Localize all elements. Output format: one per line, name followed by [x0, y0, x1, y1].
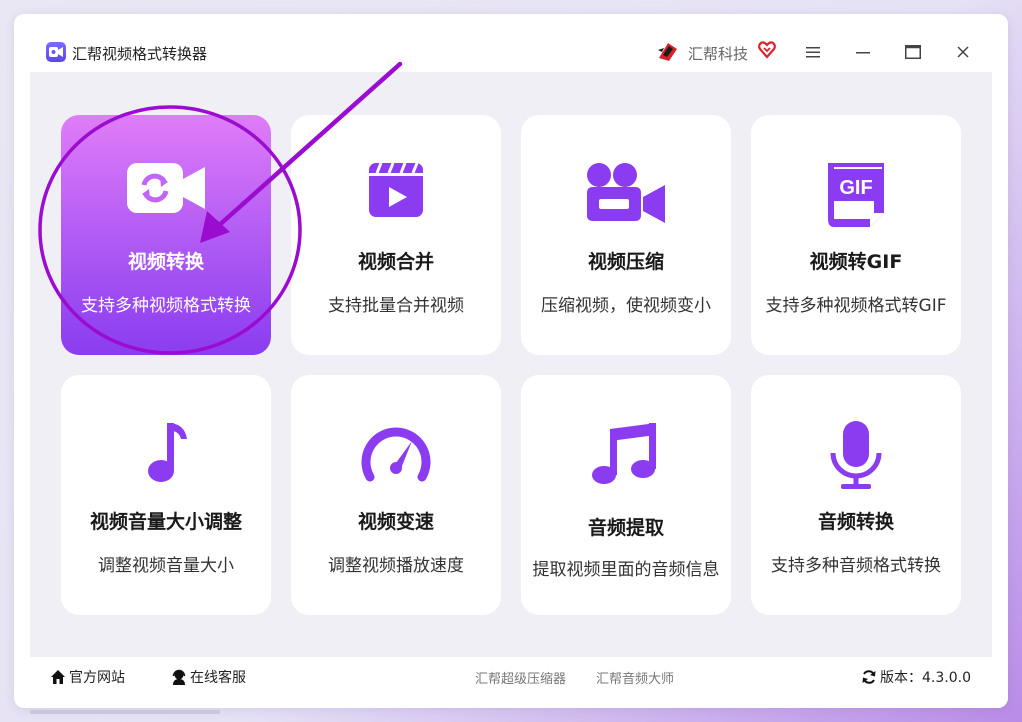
card-title: 视频转GIF [809, 251, 903, 273]
clapper-play-icon [369, 162, 423, 217]
card-audio-extract[interactable]: 音频提取 提取视频里面的音频信息 [521, 375, 731, 615]
close-icon [957, 46, 969, 58]
online-support-link[interactable]: 在线客服 [171, 667, 246, 687]
customer-service-icon [172, 669, 186, 685]
card-title: 视频音量大小调整 [89, 511, 242, 533]
horizontal-scrollbar[interactable] [30, 710, 220, 714]
card-desc: 支持批量合并视频 [328, 296, 464, 316]
card-title: 音频转换 [817, 511, 894, 533]
card-volume-adjust[interactable]: 视频音量大小调整 调整视频音量大小 [61, 375, 271, 615]
version-label: 版本：4.3.0.0 [880, 670, 971, 686]
card-video-convert[interactable]: 视频转换 支持多种视频格式转换 [61, 115, 271, 355]
video-camera-icon [587, 163, 665, 223]
card-desc: 支持多种视频格式转换 [81, 296, 251, 316]
card-title: 视频变速 [357, 511, 434, 533]
card-video-merge[interactable]: 视频合并 支持批量合并视频 [291, 115, 501, 355]
music-notes-icon [592, 423, 656, 484]
card-video-speed[interactable]: 视频变速 调整视频播放速度 [291, 375, 501, 615]
menu-icon [806, 47, 820, 58]
card-desc: 提取视频里面的音频信息 [532, 560, 720, 580]
feature-grid: 视频转换 支持多种视频格式转换 视频合并 支持批量合并视频 视频压缩 压缩视频，… [30, 72, 992, 657]
menu-button[interactable] [800, 40, 826, 64]
minimize-button[interactable] [850, 40, 876, 64]
app-title: 汇帮视频格式转换器 [72, 45, 208, 63]
app-logo-icon [46, 42, 66, 62]
card-audio-convert[interactable]: 音频转换 支持多种音频格式转换 [751, 375, 961, 615]
brand-logo-icon [658, 43, 677, 61]
microphone-icon [830, 421, 882, 489]
card-desc: 调整视频播放速度 [328, 556, 464, 576]
minimize-icon [856, 52, 870, 54]
official-website-label: 官方网站 [69, 670, 125, 686]
maximize-icon [905, 45, 921, 59]
app-window: 汇帮视频格式转换器 汇帮科技 视频转换 支持多种视频格式转换 视频合并 支持批量… [14, 14, 1008, 708]
home-icon [51, 670, 65, 684]
card-title: 音频提取 [587, 517, 664, 539]
audio-master-link[interactable]: 汇帮音频大师 [596, 668, 674, 687]
card-video-gif[interactable]: GIF 视频转GIF 支持多种视频格式转GIF [751, 115, 961, 355]
video-convert-icon [127, 163, 205, 213]
card-video-compress[interactable]: 视频压缩 压缩视频，使视频变小 [521, 115, 731, 355]
card-title: 视频转换 [127, 251, 204, 273]
card-desc: 支持多种视频格式转GIF [765, 296, 947, 316]
card-desc: 支持多种音频格式转换 [771, 556, 941, 576]
gif-file-icon: GIF [828, 163, 884, 227]
vip-heart-icon[interactable] [758, 41, 776, 59]
version-info[interactable]: 版本：4.3.0.0 [861, 667, 971, 687]
card-desc: 调整视频音量大小 [98, 556, 234, 576]
maximize-button[interactable] [900, 40, 926, 64]
card-title: 视频压缩 [587, 251, 664, 273]
card-desc: 压缩视频，使视频变小 [541, 296, 711, 316]
online-support-label: 在线客服 [190, 670, 246, 686]
svg-text:GIF: GIF [839, 177, 872, 199]
brand-name: 汇帮科技 [688, 45, 749, 63]
close-button[interactable] [950, 40, 976, 64]
official-website-link[interactable]: 官方网站 [50, 667, 125, 687]
music-note-icon [148, 423, 187, 482]
footer-bar: 官方网站 在线客服 汇帮超级压缩器 汇帮音频大师 版本：4.3.0.0 [30, 657, 992, 697]
super-compressor-link[interactable]: 汇帮超级压缩器 [475, 668, 566, 687]
card-title: 视频合并 [357, 251, 434, 273]
refresh-icon [862, 670, 876, 684]
speedometer-icon [361, 427, 431, 482]
